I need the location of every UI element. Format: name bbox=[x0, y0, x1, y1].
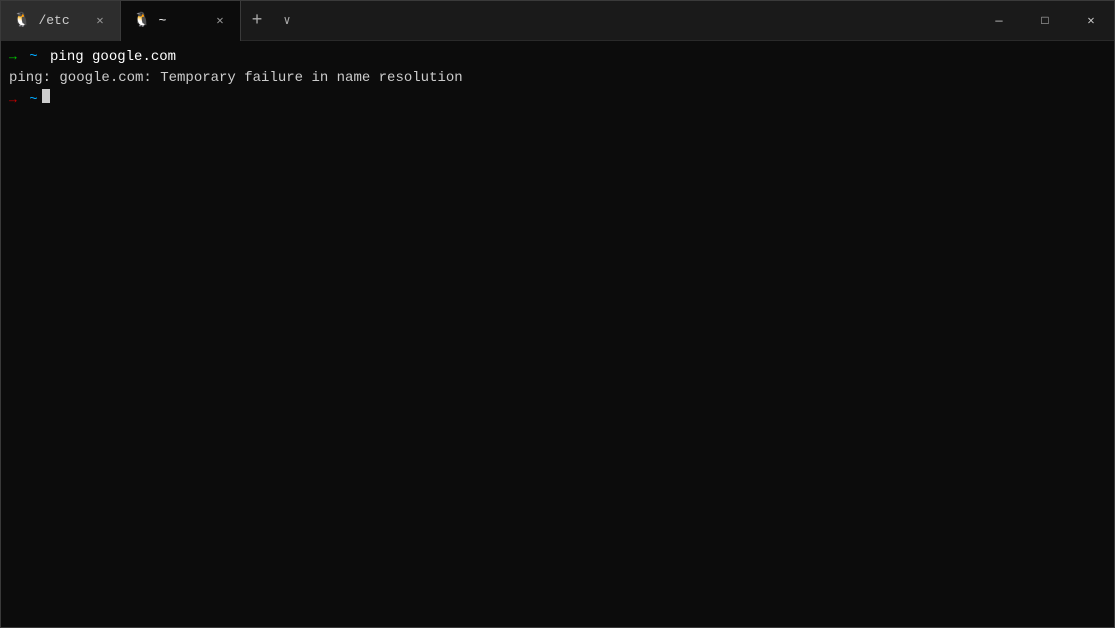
window-controls: — □ ✕ bbox=[976, 1, 1114, 41]
tab-home-label: ~ bbox=[158, 13, 204, 28]
terminal-content[interactable]: → ~ ping google.com ping: google.com: Te… bbox=[1, 41, 1114, 627]
prompt-arrow-1: → bbox=[9, 47, 17, 67]
prompt-arrow-2: → bbox=[9, 90, 17, 110]
add-tab-button[interactable]: + bbox=[241, 1, 273, 41]
close-icon: ✕ bbox=[1087, 13, 1094, 28]
close-button[interactable]: ✕ bbox=[1068, 1, 1114, 41]
terminal-line-3: → ~ bbox=[9, 89, 1106, 111]
tab-etc-label: /etc bbox=[38, 13, 84, 28]
tab-etc-close[interactable]: ✕ bbox=[92, 13, 108, 29]
linux-icon-tab1: 🐧 bbox=[13, 12, 30, 29]
title-bar: 🐧 /etc ✕ 🐧 ~ ✕ + ∨ — □ ✕ bbox=[1, 1, 1114, 41]
tab-etc[interactable]: 🐧 /etc ✕ bbox=[1, 1, 121, 41]
add-tab-icon: + bbox=[252, 11, 263, 31]
tab-home-close[interactable]: ✕ bbox=[212, 13, 228, 29]
terminal-line-1: → ~ ping google.com bbox=[9, 47, 1106, 68]
output-text-1: ping: google.com: Temporary failure in n… bbox=[9, 68, 463, 89]
maximize-icon: □ bbox=[1041, 14, 1048, 28]
minimize-icon: — bbox=[995, 14, 1002, 28]
tab-home[interactable]: 🐧 ~ ✕ bbox=[121, 1, 241, 41]
prompt-tilde-2: ~ bbox=[21, 90, 38, 111]
tab-dropdown-button[interactable]: ∨ bbox=[273, 1, 301, 41]
maximize-button[interactable]: □ bbox=[1022, 1, 1068, 41]
terminal-line-2: ping: google.com: Temporary failure in n… bbox=[9, 68, 1106, 89]
chevron-down-icon: ∨ bbox=[283, 13, 290, 28]
prompt-tilde-1: ~ bbox=[21, 47, 38, 68]
terminal-window: 🐧 /etc ✕ 🐧 ~ ✕ + ∨ — □ ✕ bbox=[0, 0, 1115, 628]
minimize-button[interactable]: — bbox=[976, 1, 1022, 41]
command-text-1: ping google.com bbox=[42, 47, 176, 68]
terminal-cursor bbox=[42, 89, 50, 103]
linux-icon-tab2: 🐧 bbox=[133, 12, 150, 29]
